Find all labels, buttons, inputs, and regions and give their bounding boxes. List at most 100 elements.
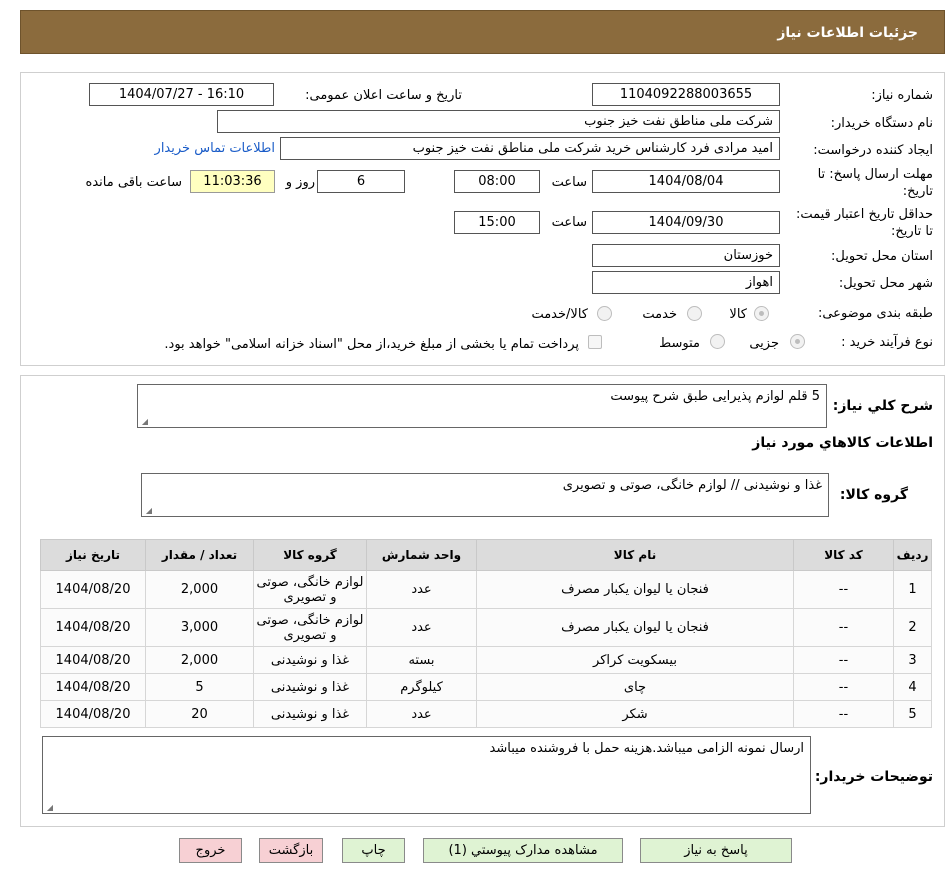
cell-name: شکر bbox=[476, 700, 794, 728]
table-row: 4 -- چای کیلوگرم غذا و نوشیدنی 5 1404/08… bbox=[40, 673, 932, 701]
items-table: ردیف کد کالا نام کالا واحد شمارش گروه کا… bbox=[40, 539, 932, 728]
goods-group-label: گروه کالا: bbox=[839, 487, 908, 503]
cell-date: 1404/08/20 bbox=[40, 646, 146, 674]
col-header-row-no: ردیف bbox=[893, 539, 932, 571]
city-label: شهر محل تحویل: bbox=[838, 276, 933, 291]
cell-group: لوازم خانگی، صوتی و تصویری bbox=[253, 608, 367, 647]
col-header-group: گروه کالا bbox=[253, 539, 367, 571]
cell-date: 1404/08/20 bbox=[40, 700, 146, 728]
exit-button[interactable]: خروج bbox=[179, 838, 242, 863]
summary-label: شرح کلي نياز: bbox=[832, 398, 933, 414]
cell-row-no: 3 bbox=[893, 646, 932, 674]
resize-grip-icon[interactable]: ◢ bbox=[144, 507, 152, 515]
cell-unit: عدد bbox=[366, 570, 477, 609]
cell-row-no: 1 bbox=[893, 570, 932, 609]
buyer-notes-textarea: ارسال نمونه الزامی میباشد.هزینه حمل با ف… bbox=[42, 736, 811, 814]
col-header-unit: واحد شمارش bbox=[366, 539, 477, 571]
cell-code: -- bbox=[793, 673, 894, 701]
buyer-notes-text: ارسال نمونه الزامی میباشد.هزینه حمل با ف… bbox=[489, 741, 804, 756]
creator-label: ایجاد کننده درخواست: bbox=[813, 143, 933, 158]
print-button[interactable]: چاپ bbox=[342, 838, 405, 863]
cell-code: -- bbox=[793, 700, 894, 728]
buyer-field: شرکت ملی مناطق نفت خیز جنوب bbox=[217, 110, 780, 133]
city-field: اهواز bbox=[592, 271, 780, 294]
need-number-field: 1104092288003655 bbox=[592, 83, 780, 106]
table-row: 2 -- فنجان یا لیوان یکبار مصرف عدد لوازم… bbox=[40, 608, 932, 647]
deadline-date-field: 1404/08/04 bbox=[592, 170, 780, 193]
cell-row-no: 2 bbox=[893, 608, 932, 647]
cell-row-no: 5 bbox=[893, 700, 932, 728]
category-radio-service[interactable] bbox=[687, 306, 702, 321]
category-radio-goods[interactable] bbox=[754, 306, 769, 321]
col-header-date: تاریخ نیاز bbox=[40, 539, 146, 571]
summary-textarea: 5 قلم لوازم پذیرایی طبق شرح پیوست ◢ bbox=[137, 384, 827, 428]
announce-field: 1404/07/27 - 16:10 bbox=[89, 83, 274, 106]
view-attachments-button[interactable]: مشاهده مدارک پیوستي (1) bbox=[423, 838, 623, 863]
cell-code: -- bbox=[793, 646, 894, 674]
reply-button[interactable]: پاسخ به نیاز bbox=[640, 838, 792, 863]
cell-group: لوازم خانگی، صوتی و تصویری bbox=[253, 570, 367, 609]
col-header-code: کد کالا bbox=[793, 539, 894, 571]
cell-quantity: 2,000 bbox=[145, 570, 254, 609]
cell-group: غذا و نوشیدنی bbox=[253, 700, 367, 728]
table-header-row: ردیف کد کالا نام کالا واحد شمارش گروه کا… bbox=[40, 539, 932, 571]
goods-section-title: اطلاعات کالاهاي مورد نياز bbox=[752, 435, 933, 451]
category-option-service: خدمت bbox=[642, 307, 677, 322]
table-row: 1 -- فنجان یا لیوان یکبار مصرف عدد لوازم… bbox=[40, 570, 932, 609]
cell-date: 1404/08/20 bbox=[40, 570, 146, 609]
announce-label: تاریخ و ساعت اعلان عمومی: bbox=[305, 88, 462, 103]
days-label: روز و bbox=[285, 175, 315, 190]
deadline-time-field: 08:00 bbox=[454, 170, 540, 193]
process-option-minor: جزیی bbox=[749, 336, 779, 351]
process-option-medium: متوسط bbox=[659, 336, 700, 351]
resize-grip-icon[interactable]: ◢ bbox=[140, 418, 148, 426]
resize-grip-icon[interactable]: ◢ bbox=[45, 804, 53, 812]
cell-quantity: 5 bbox=[145, 673, 254, 701]
remaining-time-field: 11:03:36 bbox=[190, 170, 275, 193]
process-label: نوع فرآیند خرید : bbox=[841, 335, 933, 350]
remaining-label: ساعت باقی مانده bbox=[85, 175, 182, 190]
creator-field: امید مرادی فرد کارشناس خرید شرکت ملی منا… bbox=[280, 137, 780, 160]
cell-date: 1404/08/20 bbox=[40, 608, 146, 647]
buyer-notes-label: توضیحات خریدار: bbox=[814, 769, 933, 785]
cell-quantity: 20 bbox=[145, 700, 254, 728]
cell-name: فنجان یا لیوان یکبار مصرف bbox=[476, 608, 794, 647]
summary-text: 5 قلم لوازم پذیرایی طبق شرح پیوست bbox=[610, 389, 820, 404]
need-number-label: شماره نیاز: bbox=[871, 88, 933, 103]
back-button[interactable]: بازگشت bbox=[259, 838, 323, 863]
cell-group: غذا و نوشیدنی bbox=[253, 646, 367, 674]
category-option-goods: کالا bbox=[729, 307, 747, 322]
col-header-quantity: تعداد / مقدار bbox=[145, 539, 254, 571]
process-radio-minor[interactable] bbox=[790, 334, 805, 349]
table-row: 5 -- شکر عدد غذا و نوشیدنی 20 1404/08/20 bbox=[40, 700, 932, 728]
cell-code: -- bbox=[793, 570, 894, 609]
cell-name: چای bbox=[476, 673, 794, 701]
cell-date: 1404/08/20 bbox=[40, 673, 146, 701]
cell-quantity: 2,000 bbox=[145, 646, 254, 674]
buyer-label: نام دستگاه خریدار: bbox=[830, 116, 933, 131]
cell-code: -- bbox=[793, 608, 894, 647]
validity-date-field: 1404/09/30 bbox=[592, 211, 780, 234]
validity-label-text: حداقل تاریخ اعتبار قیمت: تا تاریخ: bbox=[795, 207, 933, 239]
province-field: خوزستان bbox=[592, 244, 780, 267]
cell-quantity: 3,000 bbox=[145, 608, 254, 647]
cell-name: فنجان یا لیوان یکبار مصرف bbox=[476, 570, 794, 609]
category-radio-goods-service[interactable] bbox=[597, 306, 612, 321]
goods-group-textarea: غذا و نوشیدنی // لوازم خانگی، صوتی و تصو… bbox=[141, 473, 829, 517]
category-option-goods-service: کالا/خدمت bbox=[531, 307, 588, 322]
goods-group-text: غذا و نوشیدنی // لوازم خانگی، صوتی و تصو… bbox=[562, 478, 822, 493]
payment-note: پرداخت تمام یا بخشی از مبلغ خرید،از محل … bbox=[164, 337, 579, 352]
cell-row-no: 4 bbox=[893, 673, 932, 701]
validity-time-field: 15:00 bbox=[454, 211, 540, 234]
process-radio-medium[interactable] bbox=[710, 334, 725, 349]
buyer-contact-link[interactable]: اطلاعات تماس خریدار bbox=[155, 141, 275, 156]
table-row: 3 -- بیسکویت کراکر بسته غذا و نوشیدنی 2,… bbox=[40, 646, 932, 674]
cell-group: غذا و نوشیدنی bbox=[253, 673, 367, 701]
cell-unit: عدد bbox=[366, 608, 477, 647]
cell-unit: عدد bbox=[366, 700, 477, 728]
deadline-label-text: مهلت ارسال پاسخ: تا تاریخ: bbox=[817, 167, 933, 199]
treasury-checkbox[interactable] bbox=[588, 335, 602, 349]
cell-name: بیسکویت کراکر bbox=[476, 646, 794, 674]
deadline-label: مهلت ارسال پاسخ: تا تاریخ: bbox=[793, 166, 933, 200]
province-label: استان محل تحویل: bbox=[831, 249, 933, 264]
